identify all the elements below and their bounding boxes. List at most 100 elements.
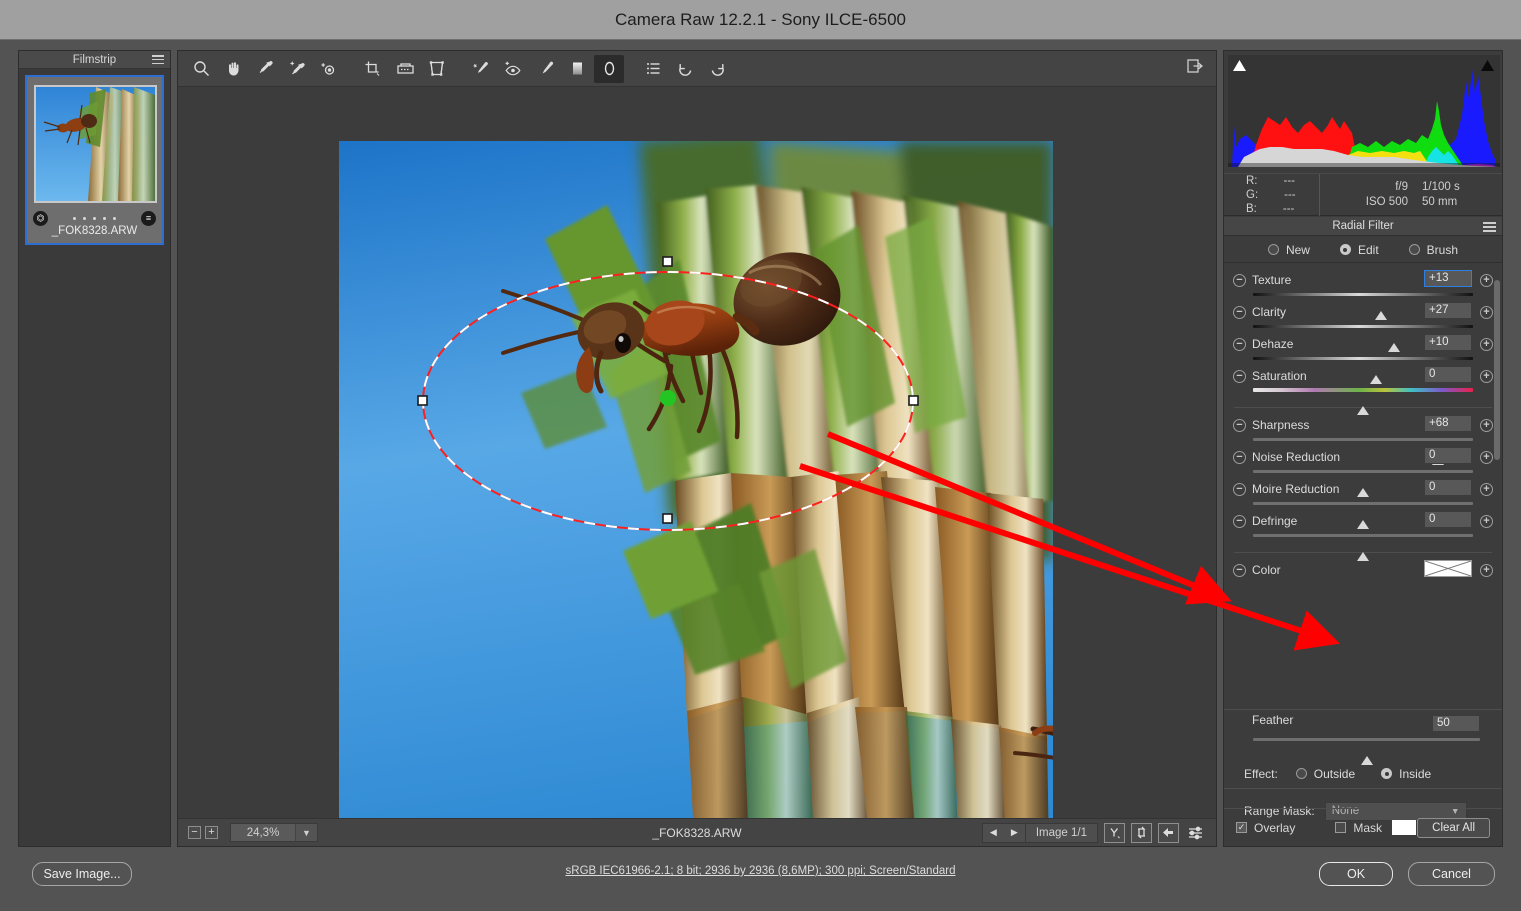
slider-value[interactable]: +68 bbox=[1424, 415, 1472, 432]
straighten-tool[interactable] bbox=[390, 55, 420, 83]
scrollbar-thumb[interactable] bbox=[1494, 280, 1500, 460]
crop-tool[interactable] bbox=[358, 55, 388, 83]
radio-effect-inside[interactable]: Inside bbox=[1381, 767, 1431, 781]
slider-value[interactable]: 50 bbox=[1432, 715, 1480, 732]
slider-value[interactable]: 0 bbox=[1424, 479, 1472, 496]
crop-icon[interactable]: ⏣ bbox=[33, 210, 48, 226]
preview-image[interactable] bbox=[339, 141, 1053, 818]
color-swatch[interactable] bbox=[1424, 560, 1472, 577]
hand-tool[interactable] bbox=[218, 55, 248, 83]
hamburger-icon[interactable] bbox=[152, 55, 164, 67]
slider-saturation[interactable]: − Saturation 0 + bbox=[1224, 366, 1502, 415]
slider-track[interactable] bbox=[1253, 738, 1480, 765]
slider-sharpness[interactable]: − Sharpness +68 + bbox=[1224, 415, 1502, 465]
minus-icon[interactable]: − bbox=[1233, 370, 1246, 383]
slider-track[interactable] bbox=[1253, 438, 1473, 465]
slider-clarity[interactable]: − Clarity +27 + bbox=[1224, 302, 1502, 352]
slider-track[interactable] bbox=[1253, 502, 1473, 529]
slider-track[interactable] bbox=[1253, 470, 1473, 497]
slider-color[interactable]: − Color + bbox=[1224, 560, 1502, 586]
plus-icon[interactable]: + bbox=[1480, 451, 1493, 464]
filmstrip-thumbnail[interactable]: ⏣ ≡ _FOK8328.ARW bbox=[25, 75, 164, 245]
rotate-ccw-tool[interactable] bbox=[670, 55, 700, 83]
radio-brush[interactable]: Brush bbox=[1408, 243, 1458, 257]
slider-track[interactable] bbox=[1253, 534, 1473, 561]
mask-checkbox[interactable] bbox=[1335, 822, 1347, 833]
zoom-level-select[interactable]: 24,3% ▼ bbox=[230, 823, 318, 842]
slider-dehaze[interactable]: − Dehaze +10 + bbox=[1224, 334, 1502, 384]
spot-removal-tool[interactable] bbox=[466, 55, 496, 83]
minus-icon[interactable]: − bbox=[1233, 419, 1246, 432]
slider-value[interactable]: +10 bbox=[1424, 334, 1472, 351]
slider-track[interactable] bbox=[1253, 325, 1473, 352]
slider-value[interactable]: +13 bbox=[1424, 270, 1472, 287]
sliders-icon[interactable] bbox=[1185, 823, 1206, 843]
triangle-right-icon[interactable]: ▶ bbox=[1004, 827, 1025, 838]
slider-noise-reduction[interactable]: − Noise Reduction 0 + bbox=[1224, 447, 1502, 497]
radio-edit[interactable]: Edit bbox=[1339, 243, 1379, 257]
plus-icon[interactable]: + bbox=[1480, 338, 1493, 351]
radio-effect-outside[interactable]: Outside bbox=[1295, 767, 1355, 781]
minus-icon[interactable]: − bbox=[1233, 338, 1246, 351]
minus-icon[interactable]: − bbox=[1233, 515, 1246, 528]
plus-icon[interactable]: + bbox=[1480, 274, 1493, 287]
mask-color-swatch[interactable] bbox=[1392, 820, 1417, 835]
overlay-checkbox[interactable]: ✓ bbox=[1236, 822, 1247, 833]
ok-button[interactable]: OK bbox=[1319, 862, 1393, 886]
slider-moire-reduction[interactable]: − Moire Reduction 0 + bbox=[1224, 479, 1502, 529]
slider-value[interactable]: 0 bbox=[1424, 447, 1472, 464]
sync-arrows-icon[interactable] bbox=[1131, 822, 1152, 843]
zoom-tool[interactable] bbox=[186, 55, 216, 83]
plus-icon[interactable]: + bbox=[1480, 370, 1493, 383]
red-eye-tool[interactable] bbox=[498, 55, 528, 83]
minus-icon[interactable]: − bbox=[1233, 451, 1246, 464]
slider-value[interactable]: +27 bbox=[1424, 302, 1472, 319]
panel-scrollbar[interactable] bbox=[1493, 264, 1501, 709]
shadow-clipping-indicator[interactable] bbox=[1228, 55, 1250, 76]
plus-icon[interactable]: + bbox=[1480, 564, 1493, 577]
slider-value[interactable]: 0 bbox=[1424, 366, 1472, 383]
cancel-button[interactable]: Cancel bbox=[1408, 862, 1495, 886]
targeted-adjustment-tool[interactable] bbox=[314, 55, 344, 83]
clear-all-button[interactable]: Clear All bbox=[1417, 817, 1490, 838]
minus-icon[interactable]: − bbox=[1233, 306, 1246, 319]
minus-icon[interactable]: − bbox=[1233, 274, 1246, 287]
minus-icon[interactable]: − bbox=[1233, 483, 1246, 496]
slider-track[interactable] bbox=[1253, 357, 1473, 384]
minus-icon[interactable]: − bbox=[1233, 564, 1246, 577]
rotate-cw-tool[interactable] bbox=[702, 55, 732, 83]
slider-value[interactable]: 0 bbox=[1424, 511, 1472, 528]
triangle-left-icon[interactable]: ◀ bbox=[983, 827, 1004, 838]
y-badge-icon[interactable] bbox=[1104, 822, 1125, 843]
transform-tool[interactable] bbox=[422, 55, 452, 83]
plus-icon[interactable]: + bbox=[1480, 483, 1493, 496]
radio-new[interactable]: New bbox=[1267, 243, 1310, 257]
plus-icon[interactable]: + bbox=[1480, 306, 1493, 319]
expand-panel-icon[interactable] bbox=[1184, 55, 1206, 80]
white-balance-tool[interactable] bbox=[250, 55, 280, 83]
chevron-down-icon[interactable]: ▼ bbox=[295, 824, 317, 841]
plus-icon[interactable]: + bbox=[1480, 419, 1493, 432]
highlight-clipping-indicator[interactable] bbox=[1476, 55, 1498, 76]
rating-dots[interactable] bbox=[73, 216, 116, 220]
radial-filter-tool[interactable] bbox=[594, 54, 624, 83]
slider-feather[interactable]: Feather 50 bbox=[1224, 710, 1502, 765]
adjust-icon[interactable]: ≡ bbox=[141, 210, 156, 226]
slider-texture[interactable]: − Texture +13 + bbox=[1224, 270, 1502, 320]
graduated-filter-tool[interactable] bbox=[562, 55, 592, 83]
preferences-tool[interactable] bbox=[638, 55, 668, 83]
hamburger-icon[interactable] bbox=[1483, 222, 1496, 234]
image-canvas[interactable] bbox=[178, 87, 1216, 818]
slider-knob[interactable] bbox=[1357, 406, 1369, 415]
slider-track[interactable] bbox=[1253, 293, 1473, 320]
color-sampler-tool[interactable] bbox=[282, 55, 312, 83]
adjustment-brush-tool[interactable] bbox=[530, 55, 560, 83]
zoom-out-button[interactable]: − bbox=[188, 826, 201, 839]
zoom-in-button[interactable]: + bbox=[205, 826, 218, 839]
workflow-options-link[interactable]: sRGB IEC61966-2.1; 8 bit; 2936 by 2936 (… bbox=[0, 865, 1521, 877]
arrow-left-icon[interactable] bbox=[1158, 822, 1179, 843]
slider-track[interactable] bbox=[1253, 388, 1473, 415]
filmstrip-title: Filmstrip bbox=[72, 53, 117, 66]
slider-defringe[interactable]: − Defringe 0 + bbox=[1224, 511, 1502, 561]
plus-icon[interactable]: + bbox=[1480, 515, 1493, 528]
